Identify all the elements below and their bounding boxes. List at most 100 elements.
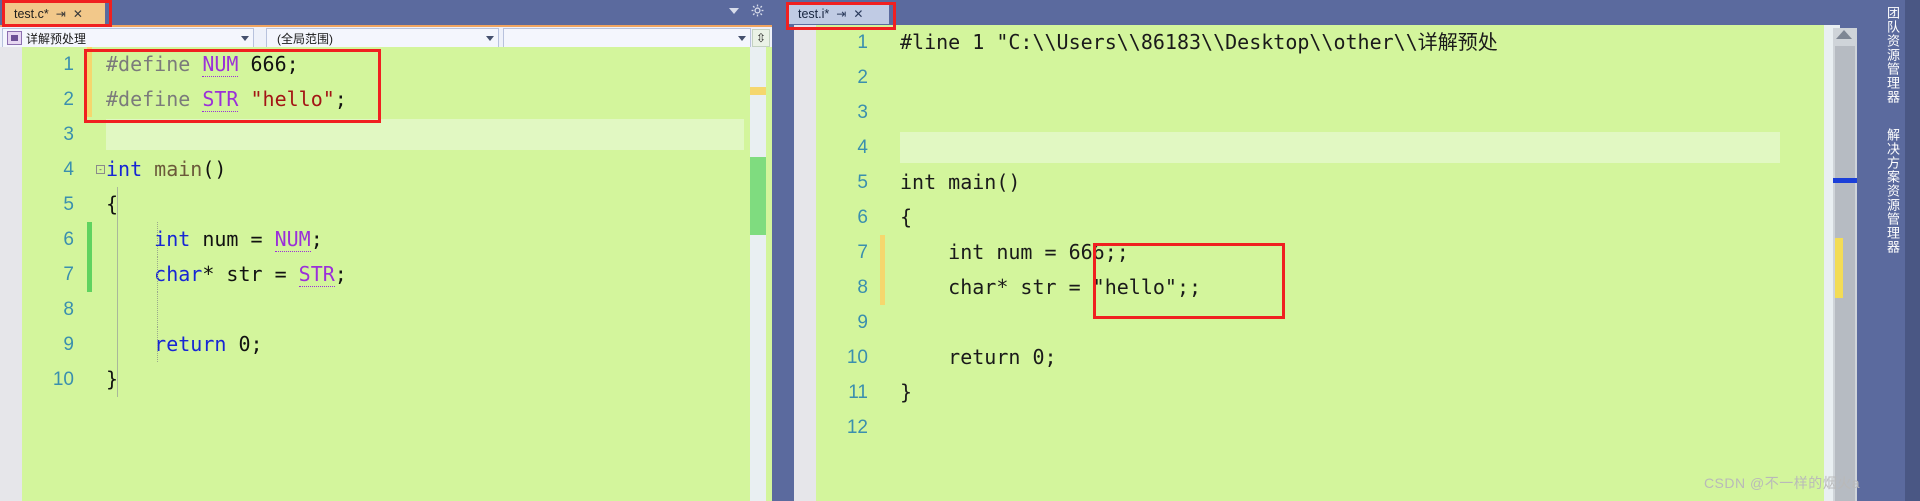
left-code-area[interactable]: 1 #define NUM 666; 2 #define STR "hello"; 3 4…: [22, 47, 744, 501]
code-line[interactable]: 9: [816, 305, 1824, 340]
line-number: 4: [857, 136, 868, 158]
left-editor-surface: 1 #define NUM 666; 2 #define STR "hello"; 3 4…: [0, 47, 772, 501]
left-tabstrip-controls: [729, 4, 764, 17]
code-line[interactable]: 9 return 0;: [22, 327, 744, 362]
code-line[interactable]: 4: [816, 130, 1824, 165]
member-scope-dropdown[interactable]: (全局范围): [266, 28, 499, 48]
line-number: 12: [846, 416, 868, 438]
pane-splitter[interactable]: [772, 0, 780, 501]
code-line[interactable]: 1 #define NUM 666;: [22, 47, 744, 82]
line-number: 8: [857, 276, 868, 298]
code-line[interactable]: 5{: [22, 187, 744, 222]
code-text[interactable]: int num = 666;;: [878, 235, 1129, 270]
code-text[interactable]: {: [878, 200, 912, 235]
code-text[interactable]: int main(): [84, 152, 226, 187]
code-text[interactable]: #define NUM 666;: [84, 47, 299, 82]
pin-icon[interactable]: ⇥: [836, 8, 846, 20]
split-window-icon[interactable]: ⇳: [752, 29, 770, 47]
line-number: 1: [63, 53, 74, 75]
indent-guide: [157, 257, 159, 292]
code-text[interactable]: }: [84, 362, 118, 397]
code-text[interactable]: return 0;: [84, 327, 262, 362]
indent-guide: [117, 187, 118, 222]
chevron-down-icon[interactable]: [486, 35, 494, 41]
code-line[interactable]: 2 #define STR "hello";: [22, 82, 744, 117]
indent-guide: [117, 327, 118, 362]
code-line[interactable]: 8 char* str = "hello";;: [816, 270, 1824, 305]
line-number: 11: [848, 381, 868, 403]
line-number: 1: [857, 31, 868, 53]
code-line[interactable]: 6{: [816, 200, 1824, 235]
vertical-scroll-thumb[interactable]: [750, 157, 766, 235]
close-icon[interactable]: ✕: [73, 8, 83, 20]
rail-tab-solution-explorer[interactable]: 解决方案资源管理器: [1882, 128, 1902, 254]
code-line[interactable]: 4 - int main(): [22, 152, 744, 187]
code-line[interactable]: 3: [816, 95, 1824, 130]
scrollbar-track[interactable]: [750, 47, 766, 501]
member-scope-value: (全局范围): [277, 31, 333, 46]
code-text[interactable]: char* str = STR;: [84, 257, 347, 292]
code-text[interactable]: {: [84, 187, 118, 222]
code-text[interactable]: #define STR "hello";: [84, 82, 347, 117]
indent-guide: [157, 327, 159, 362]
code-text[interactable]: return 0;: [878, 340, 1056, 375]
indent-guide: [157, 292, 159, 327]
left-editor-pane: test.c* ⇥ ✕ 详解预处理 (全局范围) ⇳ 1 #define NUM…: [0, 0, 772, 501]
watermark: CSDN @不一样的烟火a: [1703, 475, 1860, 491]
tab-test-c[interactable]: test.c* ⇥ ✕: [5, 2, 105, 24]
code-text[interactable]: int main(): [878, 165, 1020, 200]
left-vertical-scrollbar[interactable]: [744, 47, 772, 501]
change-bar: [87, 82, 92, 117]
line-highlight: [900, 132, 1780, 163]
chevron-down-icon[interactable]: [729, 7, 739, 14]
yellow-change-marker: [1835, 238, 1843, 298]
code-line[interactable]: 10}: [22, 362, 744, 397]
right-gutter-strip: [794, 25, 816, 501]
code-text[interactable]: int num = NUM;: [84, 222, 323, 257]
indent-guide: [117, 257, 118, 292]
code-line[interactable]: 8: [22, 292, 744, 327]
indent-guide: [157, 222, 159, 257]
right-overview-scrollbar[interactable]: [1833, 28, 1857, 501]
line-number: 6: [857, 206, 868, 228]
code-line[interactable]: 5 int main(): [816, 165, 1824, 200]
line-number: 7: [63, 263, 74, 285]
right-tabstrip: test.i* ⇥ ✕: [780, 0, 1860, 25]
code-line[interactable]: 7 char* str = STR;: [22, 257, 744, 292]
scroll-up-arrow-icon[interactable]: [1836, 30, 1852, 39]
line-number: 5: [857, 171, 868, 193]
tab-test-i-label: test.i*: [798, 6, 830, 21]
fold-toggle-icon[interactable]: -: [96, 165, 105, 174]
pin-icon[interactable]: ⇥: [56, 8, 66, 20]
code-line[interactable]: 6 int num = NUM;: [22, 222, 744, 257]
right-editor-pane: test.i* ⇥ ✕ 1 #line 1 "C:\\Users\\86183\\…: [780, 0, 1860, 501]
line-number: 8: [63, 298, 74, 320]
symbol-scope-dropdown[interactable]: [503, 28, 751, 48]
code-line[interactable]: 12: [816, 410, 1824, 445]
code-line[interactable]: 10 return 0;: [816, 340, 1824, 375]
code-text[interactable]: char* str = "hello";;: [878, 270, 1201, 305]
change-bar: [87, 257, 92, 292]
rail-tab-team-explorer[interactable]: 团队资源管理器: [1882, 6, 1902, 104]
line-number: 9: [63, 333, 74, 355]
chevron-down-icon[interactable]: [738, 35, 746, 41]
project-scope-dropdown[interactable]: 详解预处理: [2, 28, 254, 48]
line-number: 2: [63, 88, 74, 110]
code-line[interactable]: 3: [22, 117, 744, 152]
chevron-down-icon[interactable]: [241, 35, 249, 41]
tab-test-i[interactable]: test.i* ⇥ ✕: [789, 2, 889, 24]
code-line[interactable]: 2: [816, 60, 1824, 95]
change-bar: [87, 222, 92, 257]
line-number: 6: [63, 228, 74, 250]
code-line[interactable]: 11}: [816, 375, 1824, 410]
code-line[interactable]: 1 #line 1 "C:\\Users\\86183\\Desktop\\oth…: [816, 25, 1824, 60]
close-icon[interactable]: ✕: [853, 8, 863, 20]
tool-window-rail: 团队资源管理器 解决方案资源管理器: [1860, 0, 1920, 501]
code-text[interactable]: #line 1 "C:\\Users\\86183\\Desktop\\othe…: [878, 25, 1498, 60]
line-number: 4: [63, 158, 74, 180]
code-line[interactable]: 7 int num = 666;;: [816, 235, 1824, 270]
gear-icon[interactable]: [751, 4, 764, 17]
right-code-area[interactable]: 1 #line 1 "C:\\Users\\86183\\Desktop\\oth…: [816, 25, 1824, 501]
code-text[interactable]: }: [878, 375, 912, 410]
line-number: 10: [52, 368, 74, 390]
